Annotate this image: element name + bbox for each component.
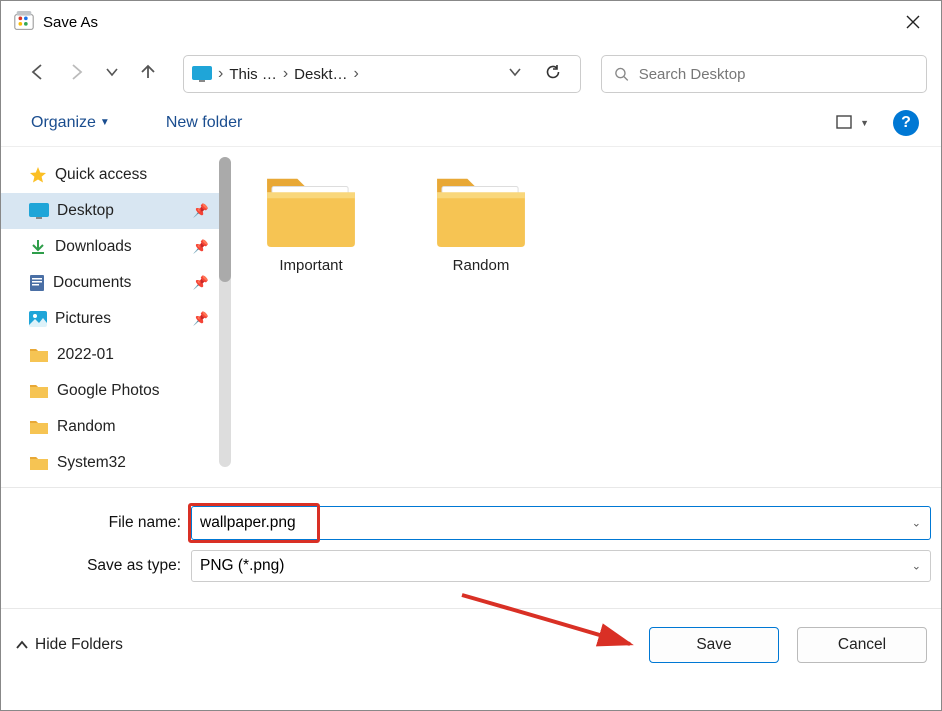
cancel-button[interactable]: Cancel xyxy=(797,627,927,663)
sidebar-label: System32 xyxy=(57,454,126,472)
filename-input[interactable] xyxy=(191,506,931,540)
download-icon xyxy=(29,238,47,256)
sidebar-label: Desktop xyxy=(57,202,114,220)
back-button[interactable] xyxy=(29,63,47,86)
search-input[interactable] xyxy=(639,66,914,83)
up-button[interactable] xyxy=(139,63,157,86)
toolbar: Organize ▼ New folder ▼ ? xyxy=(1,99,941,147)
savetype-value: PNG (*.png) xyxy=(200,557,284,575)
chevron-down-icon: ▼ xyxy=(100,117,110,128)
folder-item-random[interactable]: Random xyxy=(411,167,551,274)
search-icon xyxy=(614,66,629,82)
view-options-button[interactable]: ▼ xyxy=(836,115,869,131)
sidebar-item-documents[interactable]: Documents 📌 xyxy=(1,265,231,301)
help-button[interactable]: ? xyxy=(893,110,919,136)
help-icon: ? xyxy=(901,114,911,132)
sidebar-label: Downloads xyxy=(55,238,132,256)
sidebar-label: 2022-01 xyxy=(57,346,114,364)
titlebar: Save As xyxy=(1,1,941,43)
pin-icon: 📌 xyxy=(193,239,209,255)
navbar: › This … › Deskt… › xyxy=(1,49,941,99)
folder-icon xyxy=(29,346,49,364)
sidebar-scrollbar-thumb[interactable] xyxy=(219,157,231,282)
save-button[interactable]: Save xyxy=(649,627,779,663)
hide-folders-button[interactable]: Hide Folders xyxy=(15,636,123,654)
sidebar-label: Google Photos xyxy=(57,382,160,400)
pin-icon: 📌 xyxy=(193,311,209,327)
nav-arrows xyxy=(15,63,161,86)
organize-button[interactable]: Organize ▼ xyxy=(23,108,118,138)
sidebar-label: Quick access xyxy=(55,166,147,184)
recent-dropdown[interactable] xyxy=(105,65,119,84)
folder-icon xyxy=(432,167,530,249)
search-box[interactable] xyxy=(601,55,927,93)
document-icon xyxy=(29,274,45,292)
star-icon xyxy=(29,166,47,184)
hide-folders-label: Hide Folders xyxy=(35,636,123,654)
folder-icon xyxy=(29,418,49,436)
main-area: Quick access Desktop 📌 Downloads 📌 Docum… xyxy=(1,147,941,487)
sidebar-item-quick-access[interactable]: Quick access xyxy=(1,157,231,193)
sidebar-label: Random xyxy=(57,418,116,436)
sidebar-label: Documents xyxy=(53,274,131,292)
save-form: File name: ⌄ Save as type: PNG (*.png) ⌄ xyxy=(1,487,941,602)
sidebar-item-2022-01[interactable]: 2022-01 xyxy=(1,337,231,373)
app-icon xyxy=(13,11,35,33)
forward-button[interactable] xyxy=(67,63,85,86)
sidebar-item-downloads[interactable]: Downloads 📌 xyxy=(1,229,231,265)
pin-icon: 📌 xyxy=(193,203,209,219)
refresh-button[interactable] xyxy=(534,63,572,86)
close-icon xyxy=(906,15,920,29)
sidebar-item-pictures[interactable]: Pictures 📌 xyxy=(1,301,231,337)
chevron-right-icon[interactable]: › xyxy=(216,65,225,83)
filename-label: File name: xyxy=(11,514,191,532)
savetype-label: Save as type: xyxy=(11,557,191,575)
folder-icon xyxy=(262,167,360,249)
sidebar-item-random[interactable]: Random xyxy=(1,409,231,445)
folder-icon xyxy=(29,454,49,472)
pin-icon: 📌 xyxy=(193,275,209,291)
close-button[interactable] xyxy=(889,3,937,41)
chevron-up-icon xyxy=(15,638,29,652)
chevron-down-icon: ▼ xyxy=(860,118,869,128)
folder-item-important[interactable]: Important xyxy=(241,167,381,274)
chevron-right-icon[interactable]: › xyxy=(352,65,361,83)
breadcrumb-seg-desktop[interactable]: Deskt… xyxy=(294,66,347,83)
sidebar: Quick access Desktop 📌 Downloads 📌 Docum… xyxy=(1,147,231,487)
savetype-select[interactable]: PNG (*.png) xyxy=(191,550,931,582)
footer: Hide Folders Save Cancel xyxy=(1,608,941,680)
sidebar-label: Pictures xyxy=(55,310,111,328)
chevron-right-icon[interactable]: › xyxy=(281,65,290,83)
organize-label: Organize xyxy=(31,114,96,132)
monitor-icon xyxy=(192,66,212,82)
window-title: Save As xyxy=(43,14,98,31)
sidebar-item-desktop[interactable]: Desktop 📌 xyxy=(1,193,231,229)
folder-icon xyxy=(29,382,49,400)
new-folder-button[interactable]: New folder xyxy=(158,108,250,138)
breadcrumb[interactable]: › This … › Deskt… › xyxy=(183,55,581,93)
folder-label: Important xyxy=(279,257,342,274)
desktop-icon xyxy=(29,203,49,219)
pictures-icon xyxy=(29,311,47,327)
content-pane[interactable]: Important Random xyxy=(231,147,941,487)
folder-label: Random xyxy=(453,257,510,274)
breadcrumb-seg-thispc[interactable]: This … xyxy=(229,66,277,83)
recent-locations-dropdown[interactable] xyxy=(500,65,530,84)
view-icon xyxy=(836,115,854,131)
sidebar-item-google-photos[interactable]: Google Photos xyxy=(1,373,231,409)
sidebar-item-system32[interactable]: System32 xyxy=(1,445,231,481)
